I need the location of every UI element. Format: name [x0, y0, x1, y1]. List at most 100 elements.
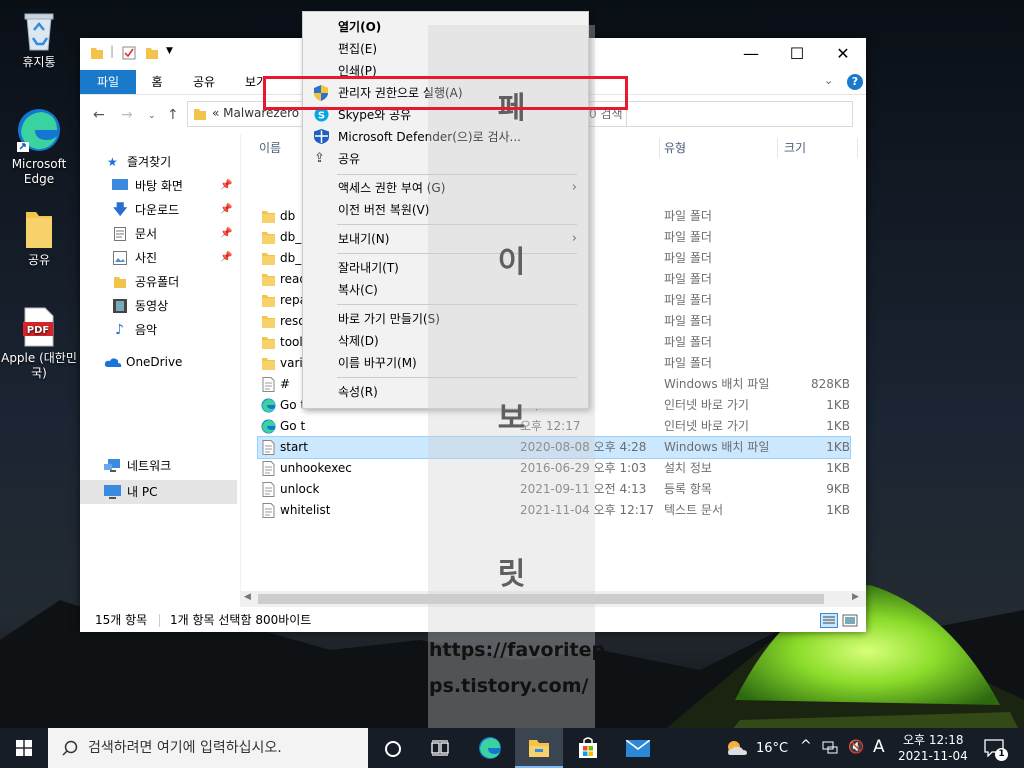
nav-item-pictures[interactable]: 사진 📌: [80, 246, 237, 270]
clock-date[interactable]: 2021-11-04: [898, 749, 968, 763]
folder-icon: [262, 337, 275, 349]
tray-overflow-chevron-icon[interactable]: ^: [800, 738, 812, 754]
minimize-button[interactable]: —: [728, 38, 774, 70]
weather-icon[interactable]: [726, 739, 748, 757]
music-note-icon: ♪: [115, 322, 124, 338]
desktop-icon-edge[interactable]: Microsoft Edge: [1, 106, 77, 187]
pin-icon[interactable]: 📌: [220, 246, 232, 270]
tab-share[interactable]: 공유: [184, 70, 224, 94]
file-type: 파일 폴더: [664, 209, 712, 223]
clock-time[interactable]: 오후 12:18: [903, 731, 963, 748]
column-header-size[interactable]: 크기: [784, 134, 806, 162]
search-icon: [62, 740, 78, 756]
file-type: 파일 폴더: [664, 251, 712, 265]
file-type: 파일 폴더: [664, 272, 712, 286]
share-icon: ⇪: [314, 151, 325, 166]
recent-locations-icon[interactable]: ⌄: [148, 111, 156, 121]
file-icon: [262, 482, 275, 497]
file-name: #: [280, 377, 291, 391]
nav-item-music[interactable]: ♪ 음악: [80, 318, 237, 342]
pin-icon[interactable]: 📌: [220, 198, 232, 222]
taskbar-edge-button[interactable]: [466, 728, 514, 768]
quick-access-dropdown-icon[interactable]: ▼: [166, 46, 173, 56]
taskbar-search-input[interactable]: 검색하려면 여기에 입력하십시오.: [48, 728, 368, 768]
forward-arrow-icon[interactable]: →: [121, 107, 133, 123]
column-separator[interactable]: [857, 138, 858, 158]
file-size: 1KB: [826, 398, 850, 412]
column-separator[interactable]: [777, 138, 778, 158]
pin-icon[interactable]: 📌: [220, 174, 232, 198]
file-type: 등록 항목: [664, 482, 712, 496]
file-type: 파일 폴더: [664, 314, 712, 328]
nav-item-videos[interactable]: 동영상: [80, 294, 237, 318]
taskbar-store-button[interactable]: [564, 728, 612, 768]
new-folder-icon[interactable]: [145, 46, 159, 60]
details-view-icon[interactable]: [820, 613, 838, 628]
folder-icon: [262, 295, 275, 307]
cortana-button[interactable]: [368, 728, 416, 768]
file-icon: [262, 461, 275, 476]
maximize-button[interactable]: ☐: [774, 38, 820, 70]
watermark-url: ps.tistory.com/: [429, 675, 589, 697]
nav-item-quick-access[interactable]: ★ 즐겨찾기: [80, 150, 237, 174]
column-header-type[interactable]: 유형: [664, 134, 686, 162]
weather-temperature[interactable]: 16°C: [756, 741, 788, 756]
large-icons-view-icon[interactable]: [842, 613, 858, 628]
tab-home[interactable]: 홈: [140, 70, 174, 94]
item-count: 15개 항목: [95, 613, 148, 627]
folder-icon: [262, 253, 275, 265]
desktop-icon-share-folder[interactable]: 공유: [1, 208, 77, 268]
pin-icon[interactable]: 📌: [220, 222, 232, 246]
back-arrow-icon[interactable]: ←: [93, 107, 105, 123]
file-size: 9KB: [826, 482, 850, 496]
file-size: 828KB: [810, 377, 850, 391]
properties-icon[interactable]: [122, 46, 136, 60]
close-button[interactable]: ✕: [820, 38, 866, 70]
taskbar-mail-button[interactable]: [613, 728, 661, 768]
title-separator: |: [110, 44, 115, 58]
nav-item-shared-folder[interactable]: 공유폴더: [80, 270, 237, 294]
scroll-left-icon[interactable]: ◀: [244, 592, 251, 602]
desktop-icon-apple-pdf[interactable]: PDF Apple (대한민국): [1, 306, 77, 381]
ime-indicator[interactable]: A: [873, 737, 885, 757]
up-arrow-icon[interactable]: ↑: [167, 107, 179, 123]
file-name: db: [280, 209, 296, 223]
nav-item-documents[interactable]: 문서 📌: [80, 222, 237, 246]
folder-icon: [262, 232, 275, 244]
edge-shortcut-icon: [261, 419, 276, 434]
nav-item-this-pc[interactable]: 내 PC: [80, 480, 237, 504]
desktop-icon: [112, 179, 128, 190]
scroll-right-icon[interactable]: ▶: [852, 592, 859, 602]
network-icon: [104, 459, 120, 472]
nav-item-downloads[interactable]: 🡇 다운로드 📌: [80, 198, 237, 222]
nav-item-onedrive[interactable]: OneDrive: [80, 350, 237, 374]
nav-item-desktop[interactable]: 바탕 화면 📌: [80, 174, 237, 198]
task-view-icon: [431, 740, 449, 756]
tab-file[interactable]: 파일: [80, 70, 136, 94]
star-icon: ★: [107, 155, 118, 169]
task-view-button[interactable]: [416, 728, 464, 768]
file-type: Windows 배치 파일: [664, 377, 770, 391]
folder-icon: [26, 212, 52, 248]
store-bag-icon: [579, 737, 597, 758]
windows-start-icon[interactable]: [16, 740, 32, 756]
file-type: 파일 폴더: [664, 356, 712, 370]
nav-item-network[interactable]: 네트워크: [80, 454, 237, 478]
help-icon[interactable]: ?: [847, 74, 863, 90]
volume-muted-icon[interactable]: 🔇: [848, 740, 864, 755]
column-separator[interactable]: [659, 138, 660, 158]
document-icon: [114, 227, 126, 241]
taskbar-explorer-button[interactable]: [515, 728, 563, 768]
file-name: Go t: [280, 419, 306, 433]
column-header-name[interactable]: 이름: [259, 134, 281, 162]
file-type: 인터넷 바로 가기: [664, 419, 749, 433]
ribbon-expand-icon[interactable]: ⌄: [824, 74, 833, 87]
file-name: unhookexec: [280, 461, 352, 475]
file-type: 파일 폴더: [664, 230, 712, 244]
network-tray-icon[interactable]: [822, 741, 838, 755]
svg-text:S: S: [318, 111, 325, 122]
file-type: 파일 폴더: [664, 335, 712, 349]
desktop-icon-recycle-bin[interactable]: 휴지통: [1, 8, 77, 70]
watermark-char: 보: [497, 401, 526, 436]
folder-icon: [262, 316, 275, 328]
